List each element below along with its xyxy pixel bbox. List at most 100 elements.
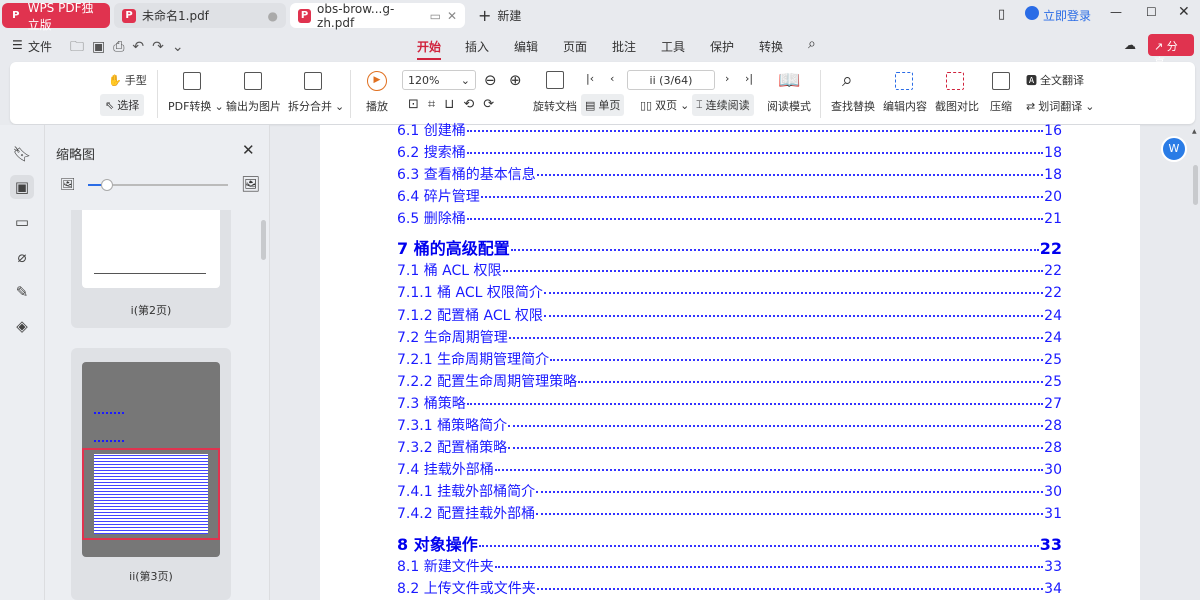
play-button[interactable]: 播放: [366, 98, 388, 114]
toc-entry[interactable]: 7.2.1 生命周期管理简介 25: [397, 349, 1062, 369]
toc-entry[interactable]: 6.1 创建桶 16: [397, 120, 1062, 140]
page-input[interactable]: ii (3/64): [627, 70, 715, 90]
zoom-select[interactable]: 120% ⌄: [402, 70, 476, 90]
toc-title: 8.2 上传文件或文件夹: [397, 581, 536, 597]
toc-entry[interactable]: 8.2 上传文件或文件夹 34: [397, 578, 1062, 598]
new-tab-button[interactable]: + 新建: [470, 3, 529, 28]
first-page-icon[interactable]: |‹: [586, 72, 594, 85]
next-page-icon[interactable]: ›: [725, 72, 729, 85]
minimize-button[interactable]: —: [1110, 5, 1122, 19]
toc-entry[interactable]: 7.4.2 配置挂载外部桶 31: [397, 503, 1062, 523]
tab-wps-pdf[interactable]: P WPS PDF独立版: [2, 1, 110, 32]
toc-page-number: 30: [1044, 462, 1062, 478]
search-icon[interactable]: ⌕: [808, 36, 816, 52]
thumbnail-icon[interactable]: ▣: [10, 175, 34, 199]
toc-page-number: 31: [1044, 506, 1062, 522]
toc-entry[interactable]: 7.1 桶 ACL 权限 22: [397, 260, 1062, 280]
rotate-doc-button[interactable]: 旋转文档: [533, 98, 577, 114]
tab-untitled[interactable]: P 未命名1.pdf ●: [114, 3, 286, 28]
maximize-button[interactable]: ☐: [1146, 5, 1157, 19]
toc-title: 7.1.2 配置桶 ACL 权限: [397, 308, 543, 324]
pdf-icon: P: [122, 8, 136, 23]
find-replace-button[interactable]: 查找替换: [831, 98, 875, 114]
fit-icons[interactable]: ⊡⌗⊔⟲⟳: [408, 97, 503, 112]
small-thumb-icon[interactable]: 🖼︎: [60, 177, 75, 191]
toc-entry[interactable]: 6.4 碎片管理 20: [397, 186, 1062, 206]
toc-entry[interactable]: 7.3 桶策略 27: [397, 393, 1062, 413]
toc-title: 6.3 查看桶的基本信息: [397, 167, 536, 183]
toc-title: 8.1 新建文件夹: [397, 559, 494, 575]
tab-start[interactable]: 开始: [417, 38, 442, 60]
toc-entry[interactable]: 7.3.2 配置桶策略 28: [397, 437, 1062, 457]
bookmark-icon[interactable]: 🔖︎: [10, 142, 34, 166]
prev-page-icon[interactable]: ‹: [610, 72, 614, 85]
toc-entry[interactable]: 7.2 生命周期管理 24: [397, 327, 1062, 347]
convert-to-word-float-button[interactable]: W: [1161, 136, 1187, 162]
toc-entry[interactable]: 6.5 删除桶 21: [397, 208, 1062, 228]
toc-entry[interactable]: 7.1.1 桶 ACL 权限简介 22: [397, 282, 1062, 302]
close-tab-icon[interactable]: ✕: [447, 9, 457, 23]
toc-entry[interactable]: 8 对象操作 33: [397, 531, 1062, 555]
word-translate-button[interactable]: ⇄ 划词翻译 ⌄: [1026, 98, 1094, 114]
tab-tools[interactable]: 工具: [661, 38, 685, 55]
pdf-convert-button[interactable]: PDF转换 ⌄: [168, 98, 224, 114]
toc-entry[interactable]: 6.2 搜索桶 18: [397, 142, 1062, 162]
menu-icon[interactable]: ☰: [12, 38, 23, 52]
scroll-up-arrow[interactable]: ▲: [1192, 128, 1197, 135]
thumb-scrollbar[interactable]: [261, 220, 266, 260]
continuous-read-button[interactable]: ⌶ 连续阅读: [692, 94, 754, 116]
cursor-icon: ⇖: [105, 98, 115, 112]
tab-insert[interactable]: 插入: [465, 38, 489, 55]
tab-convert[interactable]: 转换: [759, 38, 783, 55]
monitor-icon[interactable]: ▭: [430, 9, 441, 23]
toc-entry[interactable]: 7.3.1 桶策略简介 28: [397, 415, 1062, 435]
double-page-button[interactable]: ▯▯ 双页 ⌄: [640, 97, 689, 113]
toc-entry[interactable]: 7.4.1 挂载外部桶简介 30: [397, 481, 1062, 501]
close-window-button[interactable]: ✕: [1178, 4, 1190, 20]
toc-title: 7.4.1 挂载外部桶简介: [397, 484, 536, 500]
hand-tool-button[interactable]: ✋ 手型: [108, 72, 147, 88]
document-scrollbar[interactable]: [1193, 165, 1198, 205]
large-thumb-icon[interactable]: 🖼︎: [241, 175, 260, 193]
signature-icon[interactable]: ✎: [10, 280, 34, 304]
toc-entry[interactable]: 7.2.2 配置生命周期管理策略 25: [397, 371, 1062, 391]
quick-access-icons[interactable]: 🗀▣⎙↶↷⌄: [70, 36, 192, 60]
zoom-out-icon[interactable]: ⊖: [484, 71, 497, 89]
toc-leader: [466, 403, 1044, 405]
thumb-page-2[interactable]: i(第2页): [71, 210, 231, 328]
read-mode-button[interactable]: 阅读模式: [767, 98, 811, 114]
toc-entry[interactable]: 7.1.2 配置桶 ACL 权限 24: [397, 305, 1062, 325]
toc-entry[interactable]: 8.1 新建文件夹 33: [397, 556, 1062, 576]
layers-icon[interactable]: ◈: [10, 314, 34, 338]
close-panel-icon[interactable]: ✕: [242, 141, 255, 159]
last-page-icon[interactable]: ›|: [745, 72, 753, 85]
select-tool-button[interactable]: ⇖ 选择: [100, 94, 145, 116]
toc-entry[interactable]: 6.3 查看桶的基本信息 18: [397, 164, 1062, 184]
single-page-button[interactable]: ▤ 单页: [581, 94, 625, 116]
zoom-in-icon[interactable]: ⊕: [509, 71, 522, 89]
phone-icon[interactable]: ▯: [998, 7, 1005, 22]
slider-handle[interactable]: [101, 179, 113, 191]
toc-entry[interactable]: 7 桶的高级配置 22: [397, 235, 1062, 259]
edit-content-button[interactable]: 编辑内容: [883, 98, 927, 114]
screenshot-compare-button[interactable]: 截图对比: [935, 98, 979, 114]
tab-annotate[interactable]: 批注: [612, 38, 636, 55]
tab-obs-pdf[interactable]: Pobs-brow...g-zh.pdf ▭ ✕: [290, 2, 465, 30]
split-merge-button[interactable]: 拆分合并 ⌄: [288, 98, 344, 114]
login-link[interactable]: 立即登录: [1043, 7, 1091, 24]
tab-page[interactable]: 页面: [563, 38, 587, 55]
share-button[interactable]: ↗ 分享: [1148, 34, 1194, 69]
thumb-size-slider[interactable]: [88, 179, 228, 191]
export-image-button[interactable]: 输出为图片: [226, 98, 281, 114]
label: PDF转换: [168, 100, 212, 113]
file-menu[interactable]: 文件: [28, 38, 52, 55]
attachment-icon[interactable]: ⌀: [10, 245, 34, 269]
compress-button[interactable]: 压缩: [990, 98, 1012, 114]
tab-protect[interactable]: 保护: [710, 38, 734, 55]
comment-icon[interactable]: ▭: [10, 210, 34, 234]
tab-edit[interactable]: 编辑: [514, 38, 538, 55]
toc-entry[interactable]: 7.4 挂载外部桶 30: [397, 459, 1062, 479]
full-translate-button[interactable]: 🅰 全文翻译: [1026, 72, 1084, 88]
cloud-icon[interactable]: ☁: [1124, 38, 1136, 52]
thumb-page-3[interactable]: ii(第3页): [71, 348, 231, 600]
